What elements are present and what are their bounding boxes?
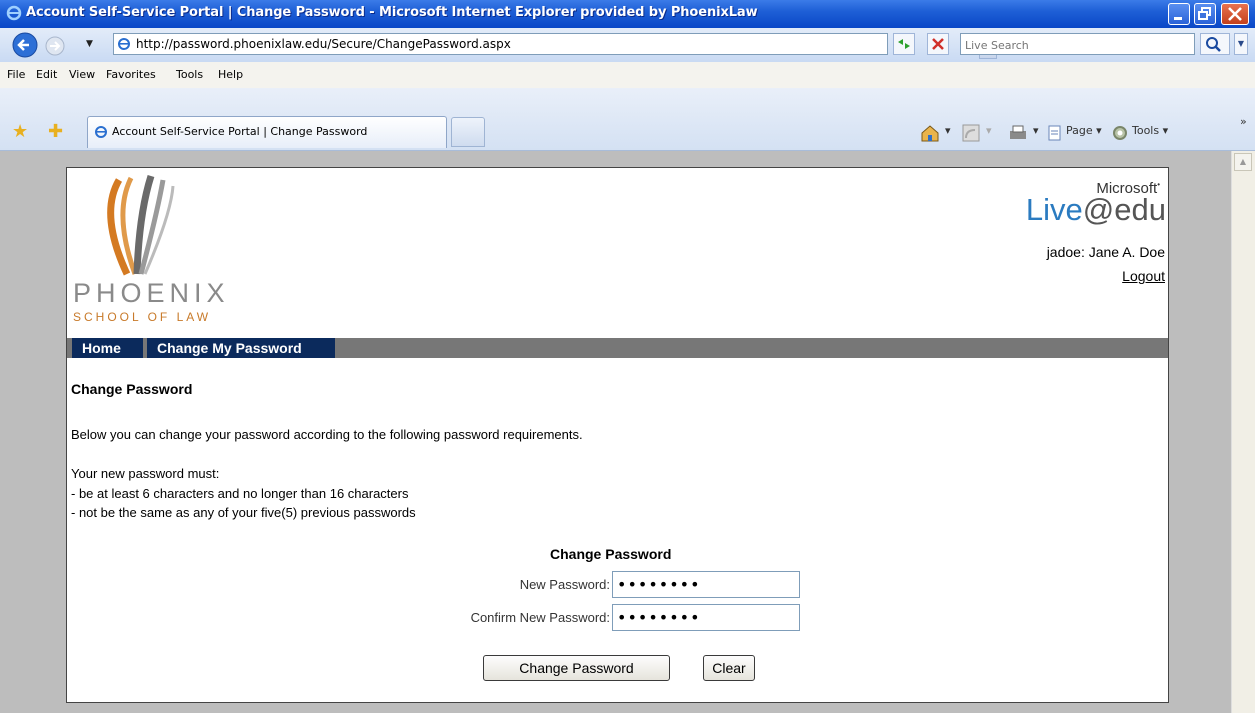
at-edu-text: @edu [1082,192,1166,227]
portal-page: PHOENIX SCHOOL OF LAW Microsoft• Live@ed… [66,167,1169,703]
url-text[interactable]: http://password.phoenixlaw.edu/Secure/Ch… [136,37,511,51]
scroll-up-arrow[interactable]: ▲ [1234,153,1252,171]
search-button[interactable] [1200,33,1230,55]
intro-text: Below you can change your password accor… [71,427,583,442]
stop-button[interactable] [927,33,949,55]
restore-icon [1198,7,1211,20]
menu-file[interactable]: File [7,68,25,81]
back-button[interactable] [10,31,40,59]
favorites-center-icon[interactable]: ★ [12,121,28,142]
page-menu-icon[interactable] [1047,125,1063,141]
close-button[interactable] [1221,3,1249,25]
tab-bar: ★ ✚ Account Self-Service Portal | Change… [0,88,1255,151]
minimize-button[interactable] [1168,3,1190,25]
requirement-history: - not be the same as any of your five(5)… [71,505,416,520]
recent-pages-dropdown[interactable]: ▼ [86,39,93,49]
ie-icon [6,5,22,21]
page-icon [118,38,130,50]
new-password-input[interactable] [612,571,800,598]
address-toolbar: ▼ http://password.phoenixlaw.edu/Secure/… [0,28,1255,62]
feeds-dropdown[interactable]: ▾ [986,124,992,137]
search-box[interactable] [960,33,1195,56]
menu-edit[interactable]: Edit [36,68,57,81]
tab-label: Account Self-Service Portal | Change Pas… [112,125,368,138]
requirement-length: - be at least 6 characters and no longer… [71,486,409,501]
close-icon [1228,7,1242,21]
refresh-button[interactable] [893,33,915,55]
forward-button[interactable] [44,35,66,57]
window-title: Account Self-Service Portal | Change Pas… [26,5,758,20]
search-options-dropdown[interactable]: ▼ [1234,33,1248,55]
live-edu-brand: Live@edu [1026,192,1166,228]
feeds-icon[interactable] [962,124,980,142]
logo-wordmark: PHOENIX [73,278,230,308]
address-bar[interactable]: http://password.phoenixlaw.edu/Secure/Ch… [113,33,997,59]
page-heading: Change Password [71,381,193,397]
menu-bar: File Edit View Favorites Tools Help [0,62,1255,89]
requirements-heading: Your new password must: [71,466,220,481]
site-nav-bar: Home Change My Password [67,338,1168,358]
title-bar: Account Self-Service Portal | Change Pas… [0,0,1255,28]
minimize-icon [1174,17,1182,20]
confirm-password-input[interactable] [612,604,800,631]
form-title: Change Password [550,546,672,562]
refresh-icon [898,39,910,49]
menu-help[interactable]: Help [218,68,243,81]
toolbar-overflow-chevron[interactable]: » [1240,115,1247,128]
ie-page-icon [95,126,107,138]
new-tab-button[interactable] [451,117,485,147]
page-menu-label: Page [1066,124,1093,137]
search-icon [1206,37,1221,52]
tools-gear-icon[interactable] [1111,124,1129,142]
home-icon[interactable] [920,124,940,142]
restore-button[interactable] [1194,3,1216,25]
print-icon[interactable] [1008,124,1028,142]
add-favorites-icon[interactable]: ✚ [48,121,63,142]
stop-icon [932,38,944,50]
menu-view[interactable]: View [69,68,95,81]
nav-change-password[interactable]: Change My Password [147,338,335,358]
new-password-label: New Password: [519,577,610,592]
phoenix-logo [107,174,175,276]
live-text: Live [1025,192,1083,227]
menu-tools[interactable]: Tools [176,68,203,81]
confirm-password-label: Confirm New Password: [470,610,610,625]
tab-active[interactable]: Account Self-Service Portal | Change Pas… [87,116,447,148]
vertical-scrollbar[interactable]: ▲ [1231,151,1255,713]
page-menu[interactable]: Page ▾ [1066,124,1102,137]
search-input[interactable] [961,35,1194,56]
print-dropdown[interactable]: ▾ [1033,124,1039,137]
tools-menu-label: Tools [1132,124,1160,137]
tools-menu[interactable]: Tools ▾ [1132,124,1168,137]
nav-home[interactable]: Home [72,338,143,358]
clear-button[interactable]: Clear [703,655,755,681]
logout-link[interactable]: Logout [1122,268,1165,284]
change-password-button[interactable]: Change Password [483,655,670,681]
menu-favorites[interactable]: Favorites [106,68,156,81]
logo-subtitle: SCHOOL OF LAW [73,310,212,324]
home-dropdown[interactable]: ▾ [945,124,951,137]
user-identity: jadoe: Jane A. Doe [1046,244,1165,260]
